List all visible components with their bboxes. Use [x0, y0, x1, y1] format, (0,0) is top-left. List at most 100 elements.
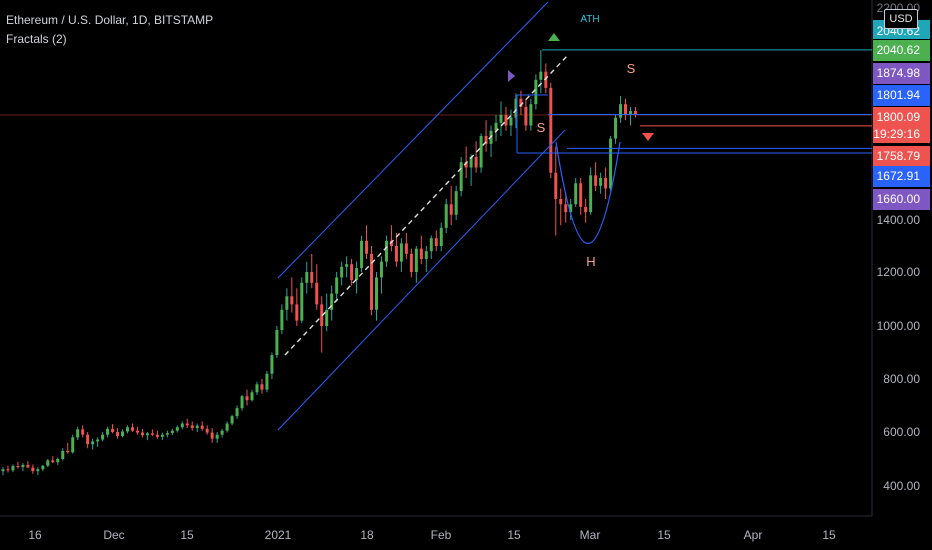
x-tick-label: 2021	[265, 528, 292, 542]
candle-body	[419, 248, 423, 259]
candle-body	[439, 227, 443, 246]
candle-body	[335, 277, 339, 294]
x-tick-label: Mar	[580, 528, 601, 542]
countdown-label: 19:29:16	[873, 127, 920, 141]
candle-body	[394, 246, 398, 262]
candle-body	[76, 429, 80, 438]
candle-body	[150, 433, 154, 435]
candle-body	[260, 384, 264, 390]
candle-body	[409, 253, 413, 272]
candle-body	[175, 427, 179, 431]
candle-body	[130, 427, 134, 431]
x-tick-label: 18	[360, 528, 374, 542]
price-label-text: 1801.94	[877, 88, 921, 102]
candle-body	[340, 266, 344, 278]
currency-button[interactable]: USD	[884, 9, 918, 29]
candle-body	[365, 240, 369, 254]
candle-body	[165, 433, 169, 435]
candle-body	[524, 106, 528, 126]
candle-body	[509, 117, 513, 126]
candle-body	[71, 437, 75, 453]
candle-body	[604, 178, 608, 189]
candle-body	[225, 423, 229, 431]
y-tick-label: 400.00	[883, 479, 920, 493]
candle-body	[300, 282, 304, 321]
price-label-text: 1660.00	[877, 192, 921, 206]
y-tick-label: 800.00	[883, 372, 920, 386]
price-chart[interactable]: ATH S S H 400.00 600.00 800.00 1000.00 1200.00 14…	[0, 0, 932, 550]
candle-body	[404, 243, 408, 254]
candle-body	[424, 251, 428, 259]
symbol-title: Ethereum / U.S. Dollar, 1D, BITSTAMP	[6, 13, 214, 27]
x-tick-label: 15	[657, 528, 671, 542]
price-label-text: 1874.98	[877, 66, 921, 80]
candle-body	[210, 432, 214, 439]
candle-body	[170, 430, 174, 434]
candle-body	[539, 71, 543, 80]
annotation-label: S	[537, 120, 546, 135]
candle-body	[325, 309, 329, 326]
candle-body	[215, 434, 219, 439]
candle-body	[205, 428, 209, 433]
candle-body	[554, 172, 558, 199]
candle-body	[116, 432, 120, 437]
candle-body	[86, 434, 90, 445]
y-tick-label: 1000.00	[877, 319, 921, 333]
candle-body	[295, 304, 299, 321]
candle-body	[16, 466, 20, 468]
down-triangle-marker	[642, 133, 654, 141]
candle-body	[559, 199, 563, 205]
x-tick-label: Apr	[744, 528, 763, 542]
purple-marker	[508, 70, 515, 82]
candle-body	[315, 282, 319, 305]
candle-body	[81, 429, 85, 435]
candle-body	[280, 309, 284, 330]
indicator-label: Fractals (2)	[6, 32, 67, 46]
candle-body	[454, 191, 458, 215]
candle-body	[121, 431, 125, 437]
candle-body	[255, 384, 259, 393]
channel-mid-dashed-line	[284, 54, 569, 356]
annotation-label: H	[586, 254, 595, 269]
candle-body	[609, 138, 613, 189]
candle-body	[140, 432, 144, 436]
candle-body	[91, 441, 95, 445]
candle-body	[6, 469, 10, 471]
candle-body	[96, 439, 100, 442]
candle-body	[584, 206, 588, 213]
candle-body	[434, 238, 438, 246]
candle-body	[379, 261, 383, 278]
candle-body	[275, 329, 279, 356]
candle-body	[360, 240, 364, 269]
ath-triangle-marker	[548, 33, 560, 41]
candle-body	[155, 434, 159, 437]
candle-body	[106, 428, 110, 435]
annotation-label: ATH	[580, 14, 599, 25]
candle-body	[180, 423, 184, 428]
candle-body	[384, 240, 388, 262]
candle-body	[126, 427, 129, 432]
candle-body	[594, 175, 598, 186]
candle-body	[51, 460, 55, 463]
candle-body	[26, 464, 30, 468]
candle-body	[599, 178, 603, 186]
candle-body	[21, 464, 25, 468]
candle-body	[195, 425, 199, 429]
candle-body	[499, 115, 503, 123]
candle-body	[305, 272, 309, 283]
candle-body	[46, 460, 50, 466]
candle-body	[135, 430, 139, 433]
candle-body	[474, 157, 478, 168]
candle-body	[449, 204, 453, 215]
candle-body	[414, 248, 418, 272]
candle-body	[399, 243, 403, 262]
candle-body	[579, 183, 583, 207]
x-tick-label: 15	[180, 528, 194, 542]
candle-body	[355, 268, 359, 281]
candle-body	[375, 277, 378, 310]
candle-body	[564, 204, 568, 213]
candle-body	[66, 450, 70, 453]
candle-body	[624, 104, 627, 115]
price-label-text: 2040.62	[877, 43, 921, 57]
candle-body	[200, 425, 204, 429]
